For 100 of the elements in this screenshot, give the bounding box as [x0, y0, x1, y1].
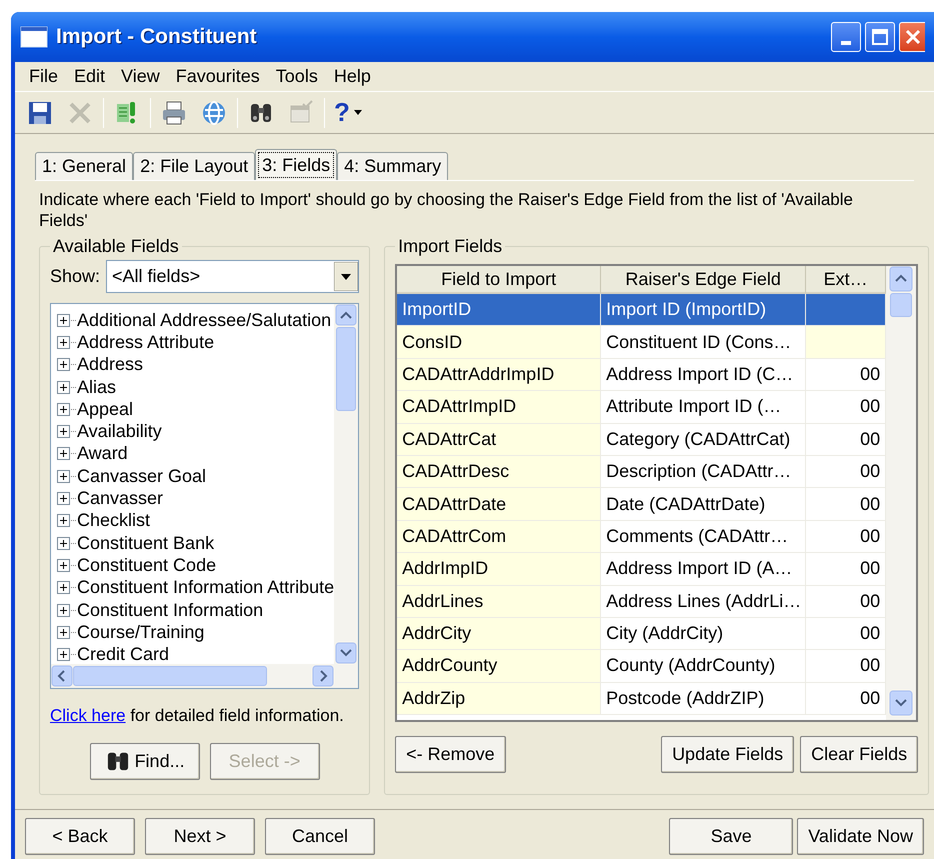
table-cell-text: Constituent ID (Cons…: [606, 330, 792, 354]
table-cell-text: CADAttrCat: [402, 428, 496, 451]
help-button[interactable]: ?: [331, 96, 365, 130]
group-title: Available Fields: [52, 235, 180, 258]
table-cell-text: 00: [860, 492, 880, 516]
table-cell-text: County (AddrCounty): [606, 654, 776, 678]
show-dropdown[interactable]: <All fields>: [106, 260, 360, 293]
dropdown-caret-icon: [354, 110, 362, 115]
table-row[interactable]: CADAttrImpID Attribute Import ID (… 00: [397, 391, 886, 424]
expand-icon[interactable]: [57, 358, 70, 372]
menu-item[interactable]: Edit: [68, 63, 112, 90]
expand-icon[interactable]: [57, 336, 70, 349]
expand-icon[interactable]: [57, 514, 70, 528]
table-cell-text: 00: [860, 362, 880, 386]
tab[interactable]: 1: General: [35, 152, 134, 180]
scroll-thumb[interactable]: [890, 293, 912, 317]
scroll-up-icon: [889, 266, 914, 292]
table-row[interactable]: CADAttrDate Date (CADAttrDate) 00: [397, 488, 886, 521]
save-icon: [27, 100, 53, 126]
table-row[interactable]: AddrLines Address Lines (AddrLi… 00: [397, 586, 886, 618]
expand-icon[interactable]: [57, 425, 70, 438]
table-cell-text: 00: [860, 524, 880, 548]
table-cell-text: AddrZip: [402, 686, 466, 710]
table-cell-text: CADAttrDesc: [402, 460, 510, 484]
table-cell-text: ConsID: [402, 330, 462, 354]
maximize-button[interactable]: [865, 22, 895, 52]
expand-icon[interactable]: [57, 447, 70, 460]
expand-icon[interactable]: [57, 470, 70, 483]
table-cell-text: CADAttrCom: [402, 524, 506, 548]
globe-icon: [201, 100, 227, 126]
table-row[interactable]: AddrCity City (AddrCity) 00: [397, 618, 886, 650]
fields-button[interactable]: Clear Fields: [800, 736, 918, 773]
column-header[interactable]: Ext…: [806, 266, 886, 294]
table-row[interactable]: ConsID Constituent ID (Cons…: [397, 326, 886, 359]
table-cell-text: AddrCounty: [402, 654, 498, 678]
wizard-button[interactable]: < Back: [25, 818, 135, 855]
table-cell-text: Import ID (ImportID): [606, 298, 766, 322]
menu-item[interactable]: Favourites: [170, 63, 266, 90]
vertical-scrollbar[interactable]: [334, 304, 358, 664]
table-cell-text: AddrCity: [402, 622, 472, 646]
expand-icon[interactable]: [57, 648, 70, 662]
expand-icon[interactable]: [57, 314, 70, 327]
table-cell-text: Description (CADAttr…: [606, 460, 792, 484]
table-cell-text: ImportID: [402, 298, 472, 322]
wizard-button[interactable]: Save: [669, 818, 794, 855]
table-cell-text: AddrLines: [402, 590, 484, 613]
detail-link[interactable]: Click here: [50, 706, 126, 725]
info-text: Click here for detailed field information.: [50, 705, 345, 727]
expand-icon[interactable]: [57, 492, 70, 506]
fields-button[interactable]: Update Fields: [661, 736, 794, 773]
group-title: Import Fields: [397, 235, 504, 258]
column-header[interactable]: Field to Import: [397, 266, 602, 294]
table-row[interactable]: CADAttrCat Category (CADAttrCat) 00: [397, 424, 886, 456]
menu-item[interactable]: View: [115, 63, 166, 90]
column-header[interactable]: Raiser's Edge Field: [601, 266, 806, 294]
dropdown-arrow-icon: [334, 262, 358, 291]
table-cell-text: Attribute Import ID (…: [606, 395, 782, 418]
table-row[interactable]: CADAttrDesc Description (CADAttr… 00: [397, 456, 886, 488]
table-cell-text: CADAttrImpID: [402, 395, 516, 418]
tab[interactable]: 3: Fields: [255, 149, 338, 181]
table-cell-text: 00: [860, 460, 880, 484]
table-cell-text: Address Import ID (A…: [606, 557, 792, 580]
maximize-icon: [872, 29, 888, 45]
table-cell-text: 00: [860, 428, 880, 451]
expand-icon[interactable]: [57, 380, 70, 394]
scroll-thumb[interactable]: [336, 327, 356, 411]
wizard-button[interactable]: Validate Now: [797, 818, 924, 855]
minimize-icon: [841, 41, 851, 45]
table-row[interactable]: AddrCounty County (AddrCounty) 00: [397, 650, 886, 683]
table-row[interactable]: ImportID Import ID (ImportID): [397, 294, 886, 326]
find-button[interactable]: Find...: [90, 742, 200, 780]
horizontal-scrollbar[interactable]: [51, 664, 358, 688]
expand-icon[interactable]: [57, 402, 70, 416]
remove-button[interactable]: <- Remove: [395, 736, 506, 773]
menu-item[interactable]: File: [23, 63, 64, 90]
expand-icon[interactable]: [57, 581, 70, 594]
expand-icon[interactable]: [57, 626, 70, 639]
table-row[interactable]: AddrZip Postcode (AddrZIP) 00: [397, 682, 886, 716]
table-cell-text: City (AddrCity): [606, 622, 724, 646]
vertical-scrollbar[interactable]: [886, 266, 916, 720]
table-row[interactable]: CADAttrCom Comments (CADAttr… 00: [397, 520, 886, 554]
close-button[interactable]: [899, 22, 925, 52]
menu-item[interactable]: Help: [328, 63, 377, 90]
menu-item[interactable]: Tools: [270, 63, 324, 90]
expand-icon[interactable]: [57, 604, 70, 616]
help-icon: ?: [334, 93, 350, 132]
minimize-button[interactable]: [831, 22, 861, 52]
window-icon: [20, 26, 48, 48]
table-cell-text: 00: [860, 654, 880, 678]
show-label: Show:: [50, 265, 100, 288]
scroll-thumb[interactable]: [73, 666, 267, 686]
expand-icon[interactable]: [57, 536, 70, 550]
table-row[interactable]: CADAttrAddrImpID Address Import ID (C… 00: [397, 358, 886, 392]
tab[interactable]: 4: Summary: [337, 152, 448, 180]
tab[interactable]: 2: File Layout: [133, 152, 256, 180]
wizard-button[interactable]: Next >: [145, 818, 255, 855]
table-row[interactable]: AddrImpID Address Import ID (A… 00: [397, 553, 886, 586]
table-cell-text: Comments (CADAttr…: [606, 524, 788, 548]
expand-icon[interactable]: [57, 558, 70, 572]
wizard-button[interactable]: Cancel: [265, 818, 375, 855]
